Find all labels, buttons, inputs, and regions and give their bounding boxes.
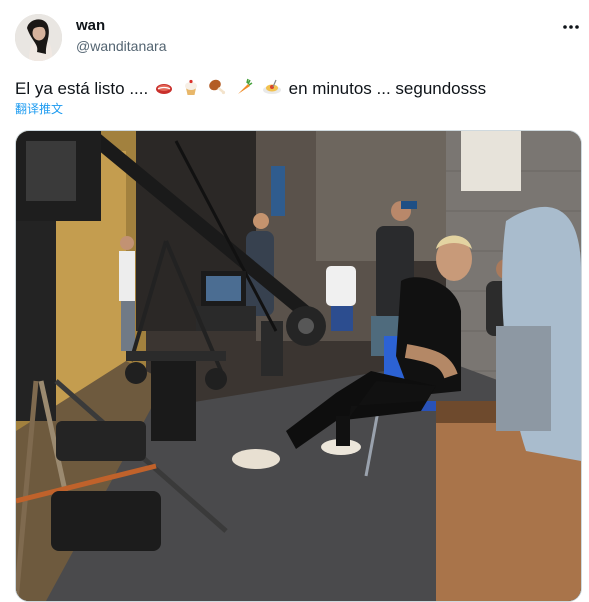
studio-set-photo-icon bbox=[16, 131, 581, 601]
author-handle: @wanditanara bbox=[76, 38, 167, 54]
tweet-photo[interactable] bbox=[15, 130, 582, 602]
more-options-icon[interactable] bbox=[560, 18, 582, 36]
translate-tweet-link[interactable]: 翻译推文 bbox=[15, 100, 63, 117]
spaghetti-emoji-icon bbox=[262, 78, 282, 101]
author-display-name[interactable]: wan bbox=[76, 17, 105, 34]
avatar-photo-icon bbox=[15, 14, 62, 61]
tweet-text-after: en minutos ... segundosss bbox=[288, 79, 487, 98]
meat-emoji-icon bbox=[155, 80, 173, 101]
drumstick-emoji-icon bbox=[208, 78, 226, 101]
tweet-text: El ya está listo .... en minutos ... seg… bbox=[15, 78, 486, 101]
author-avatar[interactable] bbox=[15, 14, 62, 61]
carrot-emoji-icon bbox=[235, 78, 253, 101]
cupcake-emoji-icon bbox=[182, 78, 200, 101]
tweet-text-before: El ya está listo .... bbox=[15, 79, 149, 98]
